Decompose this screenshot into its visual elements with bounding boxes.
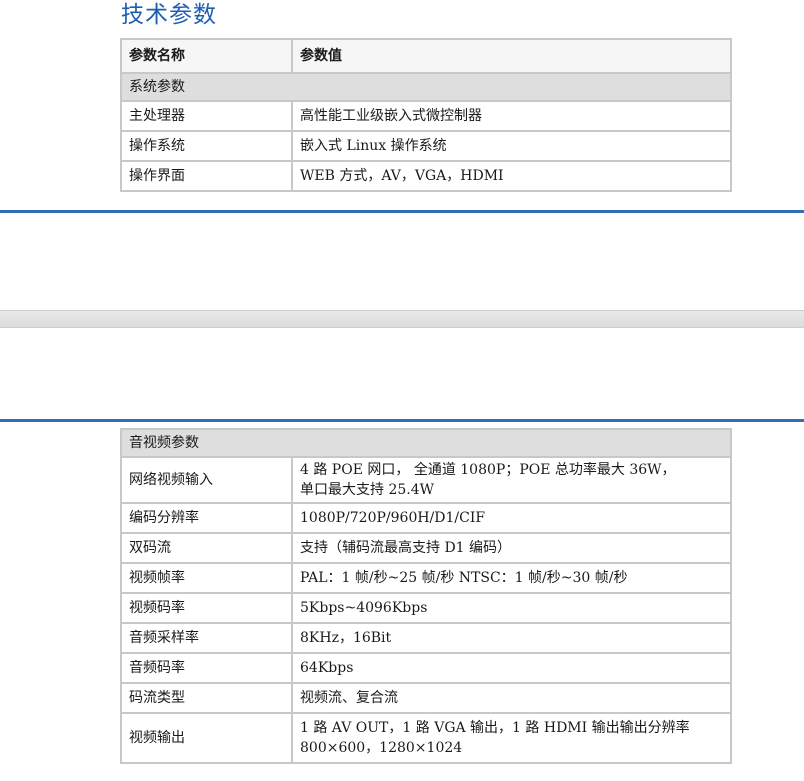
param-name: 码流类型 [120, 682, 293, 714]
param-value: 1 路 AV OUT，1 路 VGA 输出，1 路 HDMI 输出输出分辨率 8… [291, 712, 732, 764]
param-value: PAL：1 帧/秒~25 帧/秒 NTSC：1 帧/秒~30 帧/秒 [291, 562, 732, 594]
section-row-system: 系统参数 [120, 72, 732, 102]
table-row: 主处理器 高性能工业级嵌入式微控制器 [120, 100, 732, 132]
table-row: 视频码率 5Kbps~4096Kbps [120, 592, 732, 624]
param-name: 双码流 [120, 532, 293, 564]
param-name: 操作界面 [120, 160, 293, 192]
param-value: 1080P/720P/960H/D1/CIF [291, 502, 732, 534]
param-name: 视频输出 [120, 712, 293, 764]
param-value: 嵌入式 Linux 操作系统 [291, 130, 732, 162]
param-value: 支持（辅码流最高支持 D1 编码） [291, 532, 732, 564]
page-gap-band [0, 310, 804, 328]
table-row: 音频采样率 8KHz，16Bit [120, 622, 732, 654]
param-value-line: 800×600，1280×1024 [300, 740, 463, 756]
param-value-line: 1 路 AV OUT，1 路 VGA 输出，1 路 HDMI 输出输出分辨率 [300, 720, 690, 736]
section-label: 音视频参数 [120, 428, 732, 458]
param-name: 音频采样率 [120, 622, 293, 654]
table-row: 码流类型 视频流、复合流 [120, 682, 732, 714]
table-row: 双码流 支持（辅码流最高支持 D1 编码） [120, 532, 732, 564]
column-header-value: 参数值 [291, 38, 732, 74]
param-name: 视频码率 [120, 592, 293, 624]
param-name: 操作系统 [120, 130, 293, 162]
param-value: WEB 方式，AV，VGA，HDMI [291, 160, 732, 192]
param-value: 视频流、复合流 [291, 682, 732, 714]
table-row: 音频码率 64Kbps [120, 652, 732, 684]
system-params-table: 参数名称 参数值 系统参数 主处理器 高性能工业级嵌入式微控制器 操作系统 嵌入… [120, 38, 732, 192]
param-value: 64Kbps [291, 652, 732, 684]
table-row: 视频输出 1 路 AV OUT，1 路 VGA 输出，1 路 HDMI 输出输出… [120, 712, 732, 764]
param-value: 高性能工业级嵌入式微控制器 [291, 100, 732, 132]
table-row: 视频帧率 PAL：1 帧/秒~25 帧/秒 NTSC：1 帧/秒~30 帧/秒 [120, 562, 732, 594]
param-value: 4 路 POE 网口， 全通道 1080P；POE 总功率最大 36W， 单口最… [291, 456, 732, 504]
param-value-line: 单口最大支持 25.4W [300, 482, 435, 498]
table-row: 操作界面 WEB 方式，AV，VGA，HDMI [120, 160, 732, 192]
table-row: 网络视频输入 4 路 POE 网口， 全通道 1080P；POE 总功率最大 3… [120, 456, 732, 504]
param-name: 音频码率 [120, 652, 293, 684]
section-label: 系统参数 [120, 72, 732, 102]
av-params-table: 音视频参数 网络视频输入 4 路 POE 网口， 全通道 1080P；POE 总… [120, 428, 732, 764]
param-name: 视频帧率 [120, 562, 293, 594]
page-title: 技术参数 [121, 2, 217, 28]
table-row: 操作系统 嵌入式 Linux 操作系统 [120, 130, 732, 162]
param-value: 8KHz，16Bit [291, 622, 732, 654]
param-value: 5Kbps~4096Kbps [291, 592, 732, 624]
section-row-av: 音视频参数 [120, 428, 732, 458]
param-name: 主处理器 [120, 100, 293, 132]
page-break-rule [0, 210, 804, 213]
param-value-line: 4 路 POE 网口， 全通道 1080P；POE 总功率最大 36W， [300, 462, 676, 478]
param-name: 网络视频输入 [120, 456, 293, 504]
param-name: 编码分辨率 [120, 502, 293, 534]
table-row: 编码分辨率 1080P/720P/960H/D1/CIF [120, 502, 732, 534]
column-header-name: 参数名称 [120, 38, 293, 74]
page-header-rule [0, 419, 804, 422]
table-header-row: 参数名称 参数值 [120, 38, 732, 74]
